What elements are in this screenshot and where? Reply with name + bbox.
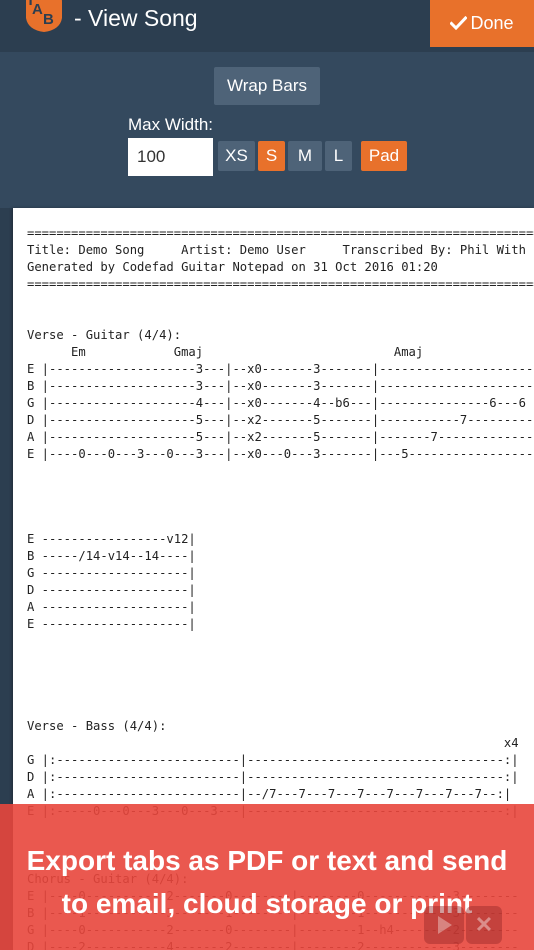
size-xs-button[interactable]: XS [218,141,255,171]
wrap-bars-button[interactable]: Wrap Bars [214,67,320,105]
svg-text:B: B [43,11,54,28]
done-button-label: Done [470,13,514,33]
app-root: A B T - View Song Done Wrap Bars Max Wid… [0,0,534,950]
close-icon: ✕ [466,906,502,944]
play-icon [424,906,464,944]
pad-button[interactable]: Pad [361,141,407,171]
header-bar: A B T - View Song Done [0,0,534,52]
max-width-input[interactable] [128,138,213,176]
promo-line-1: Export tabs as PDF or text and send [26,845,508,876]
page-title: - View Song [74,5,198,31]
size-m-button[interactable]: M [288,141,322,171]
check-icon [450,15,468,30]
size-l-button[interactable]: L [325,141,352,171]
size-s-button[interactable]: S [258,141,285,171]
view-controls: Wrap Bars Max Width: XS S M L Pad [0,52,534,208]
app-logo-icon: A B T [22,0,64,34]
svg-text:T: T [26,0,35,9]
max-width-label: Max Width: [128,115,214,134]
done-button[interactable]: Done [430,0,534,47]
